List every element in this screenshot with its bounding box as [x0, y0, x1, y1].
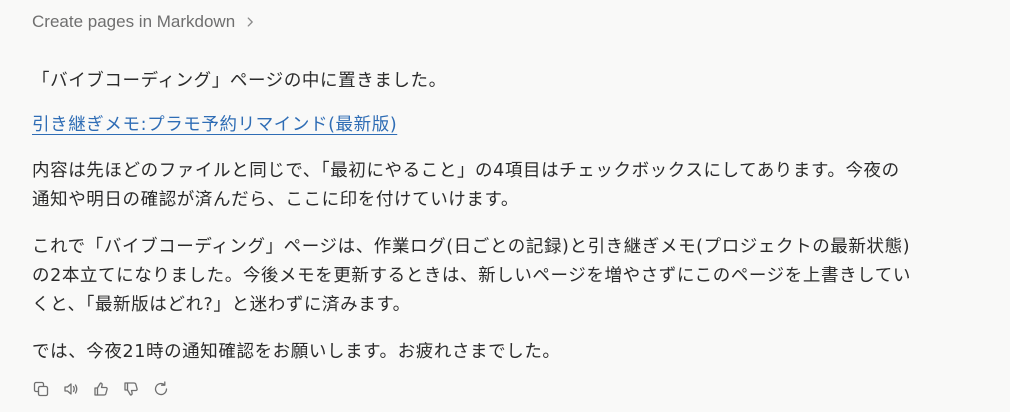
message-paragraph-link: 引き継ぎメモ:プラモ予約リマインド(最新版)	[32, 111, 912, 140]
copy-button[interactable]	[32, 380, 50, 398]
thumbs-up-icon	[94, 382, 108, 396]
message-paragraph-4: これで「バイブコーディング」ページは、作業ログ(日ごとの記録)と引き継ぎメモ(プ…	[32, 237, 911, 315]
message-paragraph-1: 「バイブコーディング」ページの中に置きました。	[32, 71, 447, 91]
message-paragraph-5: では、今夜21時の通知確認をお願いします。お疲れさまでした。	[32, 342, 561, 362]
breadcrumb-label: Create pages in Markdown	[32, 12, 236, 31]
chevron-right-icon	[247, 17, 254, 27]
thumbs-up-button[interactable]	[92, 380, 110, 398]
retry-button[interactable]	[152, 380, 170, 398]
copy-icon	[33, 381, 49, 397]
page-link[interactable]: 引き継ぎメモ:プラモ予約リマインド(最新版)	[32, 115, 397, 135]
breadcrumb[interactable]: Create pages in Markdown	[32, 12, 257, 32]
message-actions	[32, 380, 170, 398]
thumbs-down-icon	[124, 382, 138, 396]
message-paragraph-3: 内容は先ほどのファイルと同じで、「最初にやること」の4項目はチェックボックスにし…	[32, 161, 900, 210]
speaker-icon	[64, 383, 78, 395]
thumbs-down-button[interactable]	[122, 380, 140, 398]
retry-icon	[154, 381, 168, 396]
read-aloud-button[interactable]	[62, 380, 80, 398]
